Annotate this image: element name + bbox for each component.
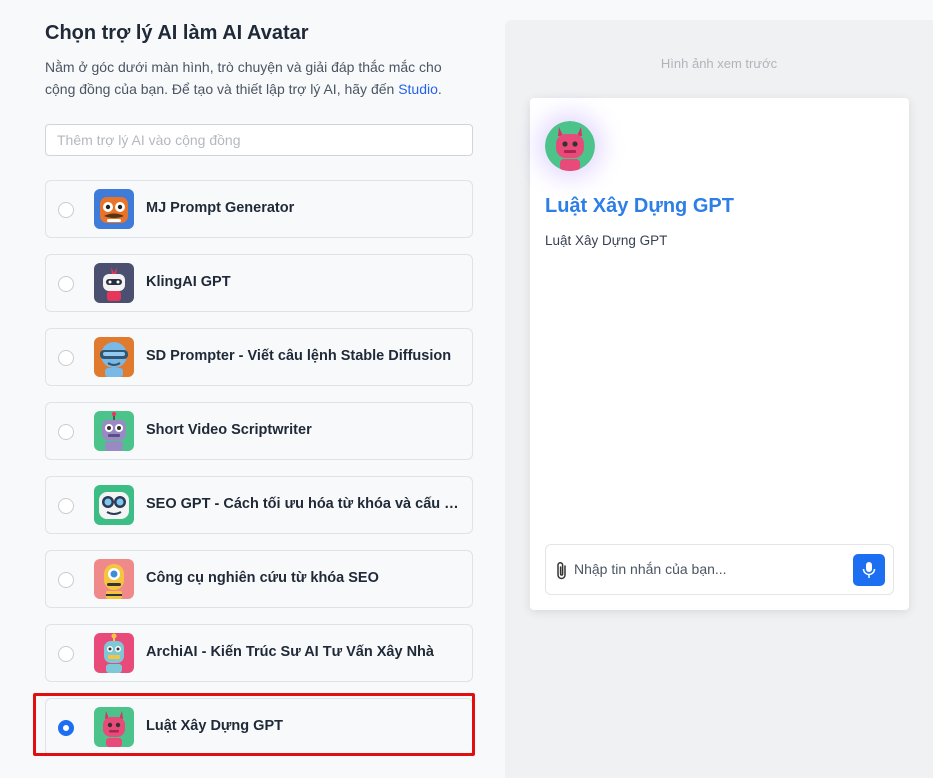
assistant-label: MJ Prompt Generator <box>146 200 295 216</box>
page-title: Chọn trợ lý AI làm AI Avatar <box>45 22 309 44</box>
assistant-label: Luật Xây Dựng GPT <box>146 718 283 734</box>
pink-robot-horns-icon <box>94 707 134 747</box>
description-end: . <box>437 81 442 97</box>
radio-button[interactable] <box>58 646 74 662</box>
assistant-label: KlingAI GPT <box>146 274 231 290</box>
purple-robot-antenna-icon <box>94 411 134 451</box>
radio-button[interactable] <box>58 202 74 218</box>
avatar-preview-card: Luật Xây Dựng GPT Luật Xây Dựng GPT Nhập… <box>530 98 909 610</box>
chat-input-box[interactable]: Nhập tin nhắn của bạn... <box>545 544 894 595</box>
assistant-option-mj-prompt-generator[interactable]: MJ Prompt Generator <box>45 180 473 238</box>
chat-input-placeholder: Nhập tin nhắn của bạn... <box>574 561 727 577</box>
orange-robot-mustache-icon <box>94 189 134 229</box>
assistant-label: ArchiAI - Kiến Trúc Sư AI Tư Vấn Xây Nhà <box>146 644 434 660</box>
assistant-label: Công cụ nghiên cứu từ khóa SEO <box>146 570 379 586</box>
assistant-label: Short Video Scriptwriter <box>146 422 312 438</box>
radio-button[interactable] <box>58 572 74 588</box>
assistant-option-luat-xay-dung-gpt[interactable]: Luật Xây Dựng GPT <box>45 698 473 756</box>
assistant-option-archiai[interactable]: ArchiAI - Kiến Trúc Sư AI Tư Vấn Xây Nhà <box>45 624 473 682</box>
preview-assistant-name: Luật Xây Dựng GPT <box>545 195 734 217</box>
studio-link[interactable]: Studio <box>398 81 438 97</box>
white-robot-goggles-icon <box>94 485 134 525</box>
assistant-option-seo-keyword-research[interactable]: Công cụ nghiên cứu từ khóa SEO <box>45 550 473 608</box>
radio-button[interactable] <box>58 350 74 366</box>
radio-button-selected[interactable] <box>58 720 74 736</box>
search-input[interactable] <box>45 124 473 156</box>
assistant-option-sd-prompter[interactable]: SD Prompter - Viết câu lệnh Stable Diffu… <box>45 328 473 386</box>
blue-robot-visor-icon <box>94 337 134 377</box>
preview-caption: Hình ảnh xem trước <box>660 56 778 71</box>
radio-button[interactable] <box>58 424 74 440</box>
white-robot-mohawk-icon <box>94 263 134 303</box>
page-description: Nằm ở góc dưới màn hình, trò chuyện và g… <box>45 56 475 100</box>
preview-panel: Hình ảnh xem trước Luật Xây Dựng GPT Luậ… <box>505 20 933 778</box>
preview-avatar-icon <box>545 121 595 171</box>
description-text: Nằm ở góc dưới màn hình, trò chuyện và g… <box>45 59 442 97</box>
assistant-option-seo-gpt[interactable]: SEO GPT - Cách tối ưu hóa từ khóa và cấu… <box>45 476 473 534</box>
pink-robot-antenna-icon <box>94 633 134 673</box>
radio-button[interactable] <box>58 498 74 514</box>
radio-button[interactable] <box>58 276 74 292</box>
assistant-option-short-video-scriptwriter[interactable]: Short Video Scriptwriter <box>45 402 473 460</box>
yellow-robot-cyclops-icon <box>94 559 134 599</box>
assistant-label: SD Prompter - Viết câu lệnh Stable Diffu… <box>146 348 452 364</box>
preview-assistant-description: Luật Xây Dựng GPT <box>545 233 668 248</box>
assistant-option-klingai-gpt[interactable]: KlingAI GPT <box>45 254 473 312</box>
paperclip-icon[interactable] <box>555 561 569 581</box>
microphone-icon <box>862 562 876 578</box>
microphone-button[interactable] <box>853 554 885 586</box>
assistant-label: SEO GPT - Cách tối ưu hóa từ khóa và cấu… <box>146 496 462 512</box>
